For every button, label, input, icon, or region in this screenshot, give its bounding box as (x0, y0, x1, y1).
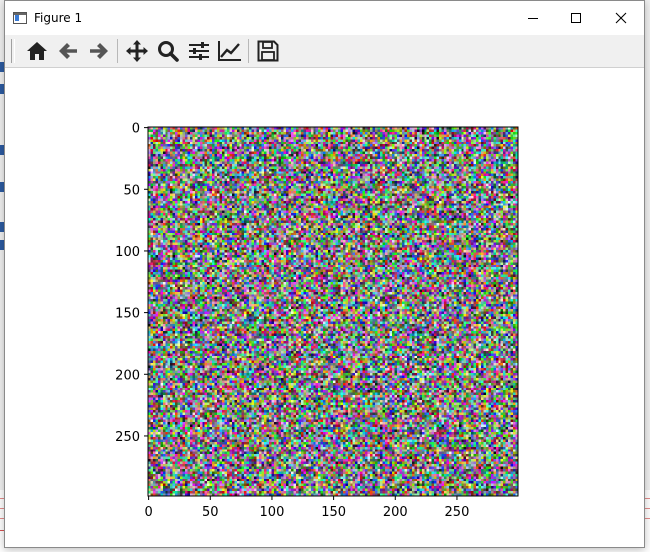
arrow-left-icon (58, 43, 77, 59)
title-bar[interactable]: Figure 1 (5, 1, 644, 35)
configure-subplots-button[interactable] (183, 37, 214, 65)
noise-image (148, 127, 518, 496)
back-button[interactable] (52, 37, 83, 65)
subplots-icon (188, 42, 209, 60)
y-tick-label: 100 (115, 245, 140, 260)
x-tick-label: 250 (445, 505, 470, 520)
zoom-icon (157, 41, 179, 62)
x-tick-label: 50 (202, 505, 219, 520)
maximize-button[interactable] (553, 1, 599, 35)
window-title: Figure 1 (34, 11, 83, 25)
y-tick-label: 150 (115, 307, 140, 322)
figure-canvas[interactable]: 0 50 100 150 200 250 0 50 100 150 200 250 (5, 68, 644, 547)
minimize-button[interactable] (510, 1, 556, 35)
close-button[interactable] (598, 1, 644, 35)
y-tick-label: 250 (115, 430, 140, 445)
pan-button[interactable] (121, 37, 152, 65)
toolbar-separator (117, 39, 118, 63)
zoom-button[interactable] (152, 37, 183, 65)
y-tick-label: 0 (132, 122, 140, 137)
edit-axis-button[interactable] (214, 37, 245, 65)
x-tick-label: 100 (260, 505, 285, 520)
figure-window: Figure 1 0 50 100 150 200 250 0 50 100 1… (4, 0, 645, 548)
x-tick-label: 200 (383, 505, 408, 520)
save-button[interactable] (252, 37, 283, 65)
save-icon (257, 40, 278, 62)
forward-button[interactable] (83, 37, 114, 65)
pan-icon (125, 40, 148, 62)
arrow-right-icon (89, 43, 108, 59)
y-tick-label: 200 (115, 368, 140, 383)
maximize-icon (571, 13, 581, 23)
close-icon (615, 12, 627, 24)
x-tick-label: 150 (321, 505, 346, 520)
toolbar-separator (248, 39, 249, 63)
y-tick-label: 50 (123, 183, 140, 198)
toolbar-grip[interactable] (11, 39, 15, 63)
home-icon (26, 42, 47, 60)
x-tick-label: 0 (144, 505, 152, 520)
minimize-icon (528, 18, 538, 19)
plot-svg: 0 50 100 150 200 250 0 50 100 150 200 250 (115, 122, 519, 520)
edit-axis-icon (217, 41, 241, 61)
home-button[interactable] (21, 37, 52, 65)
navigation-toolbar (5, 35, 644, 68)
app-icon (13, 12, 27, 24)
